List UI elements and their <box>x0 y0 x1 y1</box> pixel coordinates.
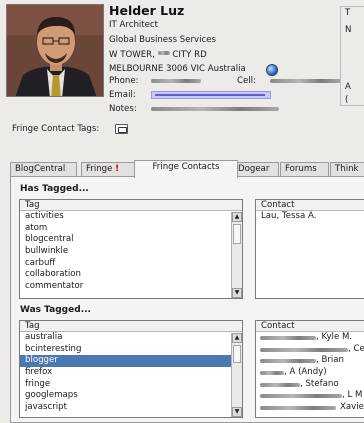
scroll-up-icon[interactable]: ▲ <box>232 333 242 343</box>
list-item[interactable]: blogcentral <box>20 234 242 246</box>
scrollbar[interactable]: ▲ ▼ <box>231 333 242 417</box>
profile-name: Helder Luz <box>109 3 185 18</box>
contact-item[interactable]: Lau, Tessa A. <box>256 211 364 223</box>
list-item[interactable]: commentator <box>20 281 242 293</box>
side-panel <box>340 6 364 106</box>
notes-label: Notes: <box>109 104 137 114</box>
address-part1: W TOWER, <box>109 50 155 60</box>
contact-name: , A (Andy) <box>284 367 327 378</box>
list-item[interactable]: firefox <box>20 367 242 379</box>
address-part2: CITY RD <box>172 50 207 60</box>
contact-name: , L M <box>342 390 363 401</box>
profile-org: Global Business Services <box>109 35 217 45</box>
list-item[interactable]: atom <box>20 223 242 235</box>
contact-item[interactable]: , Brian <box>256 355 364 367</box>
tab-label: Forums <box>285 164 317 174</box>
scroll-thumb[interactable] <box>233 345 241 363</box>
list-item[interactable]: googlemaps <box>20 390 242 402</box>
side-label-a: A <box>345 82 351 92</box>
was-tagged-title: Was Tagged... <box>20 305 91 315</box>
contact-column-header[interactable]: Contact <box>256 321 364 332</box>
contact-name: , Kyle M. <box>316 332 353 342</box>
contact-name: , Brian <box>316 355 344 366</box>
tag-column-header[interactable]: Tag <box>20 200 242 211</box>
list-item[interactable]: collaboration <box>20 269 242 281</box>
redacted-text <box>260 394 342 399</box>
contact-item[interactable]: , L M <box>256 390 364 402</box>
globe-icon[interactable] <box>266 64 278 76</box>
tab-label: Think <box>335 164 359 174</box>
scrollbar[interactable]: ▲ ▼ <box>231 212 242 298</box>
side-label-paren: ( <box>345 95 349 105</box>
tab-dogear[interactable]: Dogear <box>233 162 279 177</box>
contact-name: Xavier <box>340 402 364 413</box>
tab-forums[interactable]: Forums <box>280 162 329 177</box>
redacted-text <box>260 359 316 364</box>
has-tagged-title: Has Tagged... <box>20 184 89 194</box>
contact-item[interactable]: , Kyle M. <box>256 332 364 344</box>
redacted-text <box>260 347 348 352</box>
was-tagged-tag-list[interactable]: Tag australia bcinteresting blogger fire… <box>19 320 243 418</box>
side-label-n: N <box>345 25 352 35</box>
list-item[interactable]: bcinteresting <box>20 344 242 356</box>
redacted-text <box>157 51 170 55</box>
list-item[interactable]: activities <box>20 211 242 223</box>
tab-label: Fringe Contacts <box>152 162 220 172</box>
profile-photo <box>6 4 104 97</box>
scroll-thumb[interactable] <box>233 224 241 244</box>
tab-bar: BlogCentral Fringe ! Fringe Contacts Dog… <box>10 160 364 178</box>
profile-title: IT Architect <box>109 20 159 30</box>
tab-label: Dogear <box>238 164 270 174</box>
contact-item[interactable]: , Stefano <box>256 379 364 391</box>
contact-item[interactable]: Xavier <box>256 402 364 414</box>
has-tagged-tag-list[interactable]: Tag activities atom blogcentral bullwink… <box>19 199 243 299</box>
list-item[interactable]: australia <box>20 332 242 344</box>
side-label-t: T <box>345 8 351 18</box>
cell-value-redacted <box>270 79 342 83</box>
contact-column-header[interactable]: Contact <box>256 200 364 211</box>
contact-name: , Ce <box>348 343 364 354</box>
phone-value-redacted <box>151 79 201 83</box>
was-tagged-contact-list[interactable]: Contact , Kyle M. , Ce , Brian , A (Andy… <box>255 320 364 418</box>
contact-name: , Stefano <box>300 378 339 389</box>
list-item[interactable]: fringe <box>20 379 242 391</box>
tab-fringe-contacts[interactable]: Fringe Contacts <box>134 160 238 178</box>
email-label: Email: <box>109 90 136 100</box>
tab-think[interactable]: Think <box>330 162 364 177</box>
tab-blogcentral[interactable]: BlogCentral <box>10 162 77 177</box>
profile-address-line1: W TOWER, CITY RD <box>109 50 207 60</box>
scroll-down-icon[interactable]: ▼ <box>232 288 242 298</box>
tab-fringe[interactable]: Fringe ! <box>81 162 135 177</box>
redacted-text <box>260 371 284 376</box>
list-item-selected[interactable]: blogger <box>20 355 242 368</box>
tab-label: Fringe <box>86 164 113 174</box>
redacted-text <box>260 406 336 411</box>
phone-label: Phone: <box>109 76 139 86</box>
contact-item[interactable]: , Ce <box>256 344 364 356</box>
redacted-text <box>260 336 316 340</box>
cell-label: Cell: <box>237 76 256 86</box>
profile-address-line2: MELBOURNE 3006 VIC Australia <box>109 64 246 74</box>
tag-column-header[interactable]: Tag <box>20 321 242 332</box>
scroll-down-icon[interactable]: ▼ <box>232 407 242 417</box>
email-link[interactable] <box>151 91 271 99</box>
tag-icon[interactable] <box>115 124 128 134</box>
has-tagged-contact-list[interactable]: Contact Lau, Tessa A. <box>255 199 364 299</box>
list-item[interactable]: carbuff <box>20 258 242 270</box>
tab-label: BlogCentral <box>15 164 66 174</box>
list-item[interactable]: bullwinkle <box>20 246 242 258</box>
redacted-text <box>260 382 300 387</box>
list-item[interactable]: javascript <box>20 402 242 414</box>
scroll-up-icon[interactable]: ▲ <box>232 212 242 222</box>
fringe-contact-tags-label: Fringe Contact Tags: <box>12 124 100 134</box>
alert-badge: ! <box>115 164 120 174</box>
notes-value-redacted <box>151 107 279 111</box>
contact-item[interactable]: , A (Andy) <box>256 367 364 379</box>
